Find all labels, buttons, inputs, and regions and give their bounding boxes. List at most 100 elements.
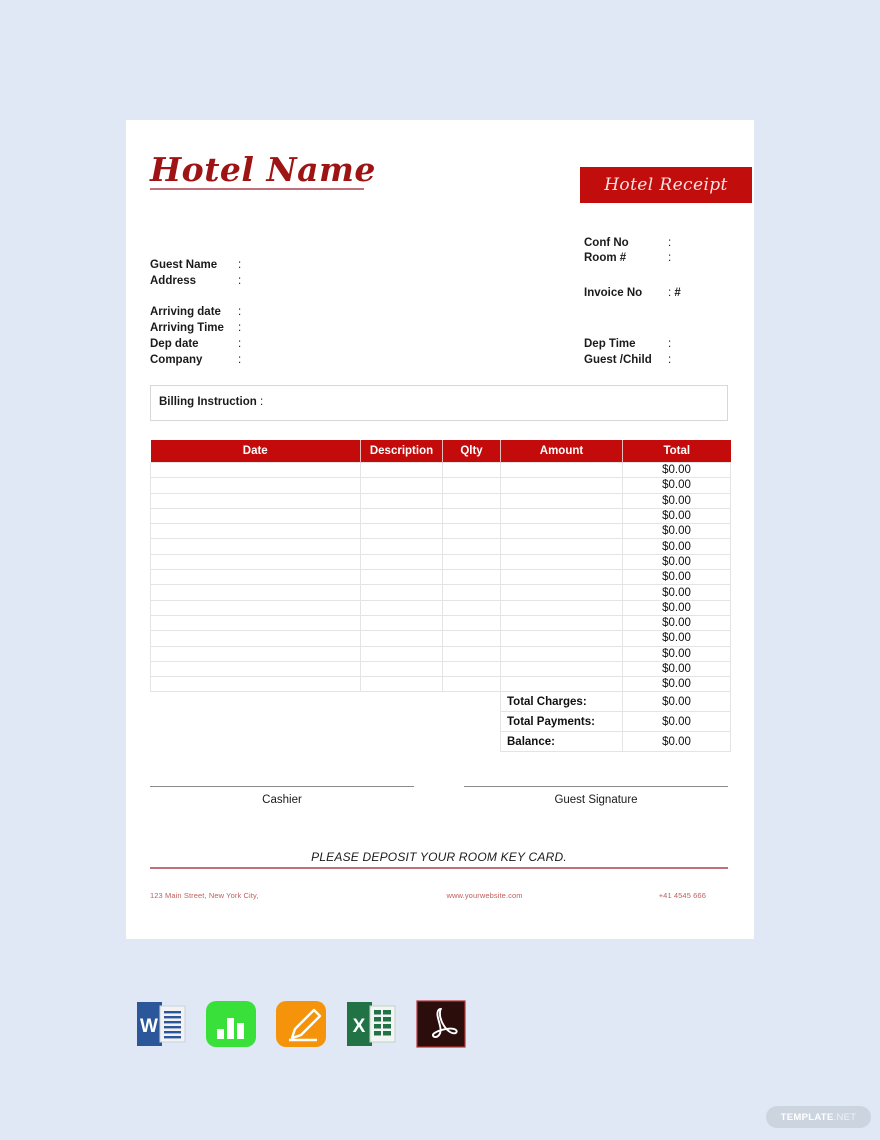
cell-qlty[interactable]	[442, 614, 501, 632]
cell-amount[interactable]	[500, 614, 623, 632]
table-row[interactable]: $0.00	[150, 507, 731, 525]
cell-total[interactable]: $0.00	[622, 538, 731, 555]
cell-qlty[interactable]	[442, 569, 501, 586]
cell-qlty[interactable]	[442, 599, 501, 616]
cell-qlty[interactable]	[442, 507, 501, 525]
field-dep-date-colon: :	[238, 338, 242, 350]
cell-amount[interactable]	[500, 461, 623, 479]
cell-date[interactable]	[150, 645, 361, 662]
cell-amount[interactable]	[500, 599, 623, 616]
cell-description[interactable]	[360, 507, 443, 525]
cell-total[interactable]: $0.00	[622, 614, 731, 632]
cell-total[interactable]: $0.00	[622, 492, 731, 509]
cell-description[interactable]	[360, 630, 443, 647]
pdf-icon[interactable]	[413, 996, 469, 1052]
cell-total[interactable]: $0.00	[622, 660, 731, 678]
cell-description[interactable]	[360, 614, 443, 632]
cell-amount[interactable]	[500, 645, 623, 662]
cell-amount[interactable]	[500, 676, 623, 693]
table-row[interactable]: $0.00	[150, 599, 731, 616]
cell-qlty[interactable]	[442, 660, 501, 678]
billing-instruction-box[interactable]: Billing Instruction :	[150, 385, 728, 421]
cell-amount[interactable]	[500, 630, 623, 647]
cell-description[interactable]	[360, 477, 443, 494]
cell-description[interactable]	[360, 584, 443, 601]
cell-description[interactable]	[360, 492, 443, 509]
cell-date[interactable]	[150, 507, 361, 525]
cell-qlty[interactable]	[442, 523, 501, 540]
cell-date[interactable]	[150, 584, 361, 601]
cell-total[interactable]: $0.00	[622, 630, 731, 647]
excel-icon[interactable]: X	[343, 996, 399, 1052]
cell-date[interactable]	[150, 492, 361, 509]
template-net-badge[interactable]: TEMPLATE .NET	[766, 1106, 871, 1128]
cell-total[interactable]: $0.00	[622, 461, 731, 479]
cell-date[interactable]	[150, 461, 361, 479]
cell-description[interactable]	[360, 461, 443, 479]
cell-qlty[interactable]	[442, 630, 501, 647]
cell-qlty[interactable]	[442, 461, 501, 479]
cell-amount[interactable]	[500, 477, 623, 494]
cell-total[interactable]: $0.00	[622, 477, 731, 494]
table-row[interactable]: $0.00	[150, 660, 731, 678]
table-row[interactable]: $0.00	[150, 461, 731, 479]
cell-description[interactable]	[360, 660, 443, 678]
column-header-qlty: Qlty	[442, 440, 501, 463]
table-row[interactable]: $0.00	[150, 492, 731, 509]
cell-amount[interactable]	[500, 538, 623, 555]
word-icon[interactable]: W	[133, 996, 189, 1052]
table-row[interactable]: $0.00	[150, 523, 731, 540]
cell-qlty[interactable]	[442, 553, 501, 571]
cell-amount[interactable]	[500, 569, 623, 586]
cell-description[interactable]	[360, 599, 443, 616]
cell-date[interactable]	[150, 538, 361, 555]
cell-date[interactable]	[150, 676, 361, 693]
cell-total[interactable]: $0.00	[622, 523, 731, 540]
table-row[interactable]: $0.00	[150, 584, 731, 601]
cell-date[interactable]	[150, 630, 361, 647]
cell-date[interactable]	[150, 523, 361, 540]
table-row[interactable]: $0.00	[150, 553, 731, 571]
table-row[interactable]: $0.00	[150, 676, 731, 693]
cell-amount[interactable]	[500, 553, 623, 571]
cell-amount[interactable]	[500, 492, 623, 509]
pages-icon[interactable]	[273, 996, 329, 1052]
cell-total[interactable]: $0.00	[622, 599, 731, 616]
cell-total[interactable]: $0.00	[622, 569, 731, 586]
cell-date[interactable]	[150, 660, 361, 678]
cell-qlty[interactable]	[442, 676, 501, 693]
cell-date[interactable]	[150, 614, 361, 632]
cell-description[interactable]	[360, 676, 443, 693]
cell-amount[interactable]	[500, 507, 623, 525]
cell-qlty[interactable]	[442, 492, 501, 509]
cell-date[interactable]	[150, 569, 361, 586]
cell-amount[interactable]	[500, 584, 623, 601]
cell-total[interactable]: $0.00	[622, 676, 731, 693]
cell-total[interactable]: $0.00	[622, 507, 731, 525]
table-row[interactable]: $0.00	[150, 477, 731, 494]
cell-qlty[interactable]	[442, 477, 501, 494]
table-row[interactable]: $0.00	[150, 614, 731, 632]
cell-description[interactable]	[360, 553, 443, 571]
contact-website[interactable]: www.yourwebsite.com	[447, 891, 523, 900]
cell-amount[interactable]	[500, 660, 623, 678]
table-row[interactable]: $0.00	[150, 569, 731, 586]
cell-date[interactable]	[150, 599, 361, 616]
cell-qlty[interactable]	[442, 584, 501, 601]
numbers-icon[interactable]	[203, 996, 259, 1052]
cell-total[interactable]: $0.00	[622, 645, 731, 662]
cell-qlty[interactable]	[442, 538, 501, 555]
cell-total[interactable]: $0.00	[622, 584, 731, 601]
cell-description[interactable]	[360, 569, 443, 586]
cell-description[interactable]	[360, 523, 443, 540]
table-row[interactable]: $0.00	[150, 630, 731, 647]
cell-description[interactable]	[360, 645, 443, 662]
table-row[interactable]: $0.00	[150, 538, 731, 555]
cell-description[interactable]	[360, 538, 443, 555]
cell-amount[interactable]	[500, 523, 623, 540]
table-row[interactable]: $0.00	[150, 645, 731, 662]
cell-total[interactable]: $0.00	[622, 553, 731, 571]
cell-qlty[interactable]	[442, 645, 501, 662]
cell-date[interactable]	[150, 553, 361, 571]
cell-date[interactable]	[150, 477, 361, 494]
